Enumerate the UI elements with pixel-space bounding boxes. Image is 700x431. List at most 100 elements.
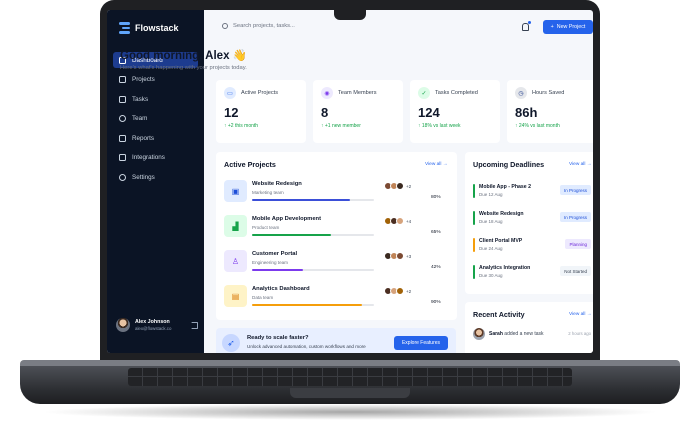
project-row[interactable]: ▣ Website Redesign Marketing team +2 80% [224, 180, 448, 206]
view-all-link[interactable]: View all → [425, 162, 448, 167]
stat-change: ↑ 24% vs last month [515, 123, 560, 129]
member-avatars: +4 [384, 217, 411, 225]
folder-icon: ▭ [224, 87, 236, 99]
laptop-base-edge [20, 360, 680, 366]
checkbox-icon [119, 95, 126, 103]
sidebar-item-integrations[interactable]: Integrations [113, 150, 198, 166]
stat-value: 86h [515, 105, 538, 120]
project-row[interactable]: ♙ Customer Portal Engineering team +3 42… [224, 250, 448, 276]
project-team: Data team [252, 295, 274, 300]
progress-fill [252, 304, 362, 306]
progress-percent: 80% [431, 195, 441, 200]
activity-user: Sarah [489, 331, 503, 337]
stat-value: 8 [321, 105, 329, 120]
panel-title: Recent Activity [473, 310, 525, 319]
brand[interactable]: Flowstack [119, 22, 179, 34]
stat-change: ↑ 18% vs last week [418, 123, 461, 129]
progress-fill [252, 199, 350, 201]
project-row[interactable]: ▟ Mobile App Development Product team +4… [224, 215, 448, 241]
avatar [473, 328, 485, 340]
project-team: Product team [252, 225, 280, 230]
sidebar-item-tasks[interactable]: Tasks [113, 91, 198, 107]
project-team: Engineering team [252, 260, 289, 265]
new-project-button[interactable]: + New Project [543, 20, 593, 34]
sidebar-item-settings[interactable]: Settings [113, 169, 198, 185]
user-profile[interactable]: Alex Johnson alex@flowstack.co [116, 318, 198, 332]
activity-action: added a new task [504, 331, 544, 337]
stat-card-hours-saved[interactable]: ◷ Hours Saved 86h ↑ 24% vs last month [507, 80, 593, 143]
more-members: +2 [406, 183, 412, 189]
project-name: Customer Portal [252, 251, 298, 257]
logout-icon[interactable] [191, 321, 198, 329]
search-icon [222, 23, 228, 29]
deadline-item[interactable]: Mobile App - Phase 2 Due 12 Aug In Progr… [473, 182, 591, 202]
sidebar-item-label: Integrations [132, 154, 165, 161]
avatar [396, 217, 404, 225]
deadline-date: Due 30 Aug [479, 273, 503, 278]
app-name: Flowstack [135, 23, 179, 33]
users-icon: ◉ [321, 87, 333, 99]
deadline-item[interactable]: Client Portal MVP Due 24 Aug Planning [473, 236, 591, 256]
deadline-marker [473, 211, 475, 225]
view-all-link[interactable]: View all → [569, 162, 592, 167]
banner-subtitle: Unlock advanced automation, custom workf… [247, 344, 366, 349]
deadline-name: Mobile App - Phase 2 [479, 184, 531, 190]
project-name: Mobile App Development [252, 216, 322, 222]
user-icon: ♙ [224, 250, 247, 272]
progress-percent: 90% [431, 300, 441, 305]
deadline-date: Due 18 Aug [479, 219, 503, 224]
layout-icon: ▤ [224, 285, 247, 307]
stat-card-active-projects[interactable]: ▭ Active Projects 12 ↑ +2 this month [216, 80, 306, 143]
project-row[interactable]: ▤ Analytics Dashboard Data team +2 90% [224, 285, 448, 311]
status-badge: In Progress [559, 185, 591, 195]
users-icon [119, 115, 126, 122]
progress-fill [252, 234, 332, 236]
deadline-name: Client Portal MVP [479, 238, 523, 244]
progress-track [252, 304, 374, 306]
bell-icon[interactable] [522, 23, 529, 31]
stat-card-team-members[interactable]: ◉ Team Members 8 ↑ +1 new member [313, 80, 403, 143]
search-input[interactable]: Search projects, tasks... [222, 23, 295, 29]
upgrade-banner: ➶ Ready to scale faster? Unlock advanced… [216, 328, 456, 353]
view-all-link[interactable]: View all → [569, 312, 592, 317]
new-project-label: New Project [556, 24, 586, 30]
active-projects-panel: Active Projects View all → ▣ Website Red… [216, 152, 457, 320]
more-members: +3 [406, 253, 412, 259]
flowstack-logo-icon [119, 22, 130, 34]
member-avatars: +2 [384, 182, 411, 190]
screen: Flowstack Dashboard Projects Tasks Team … [107, 10, 593, 353]
sidebar-item-projects[interactable]: Projects [113, 72, 198, 88]
member-avatars: +3 [384, 252, 411, 260]
deadline-name: Analytics Integration [479, 265, 531, 271]
avatar [396, 287, 404, 295]
explore-features-button[interactable]: Explore Features [394, 336, 448, 350]
avatar [396, 182, 404, 190]
progress-percent: 42% [431, 265, 441, 270]
progress-track [252, 199, 374, 201]
more-members: +2 [406, 288, 412, 294]
sidebar-item-label: Tasks [132, 95, 149, 103]
member-avatars: +2 [384, 287, 411, 295]
sidebar-item-reports[interactable]: Reports [113, 130, 198, 146]
panel-title: Active Projects [224, 160, 276, 169]
deadline-item[interactable]: Analytics Integration Due 30 Aug Not Sta… [473, 263, 591, 283]
topbar: Search projects, tasks... + New Project [204, 10, 593, 45]
stat-card-tasks-completed[interactable]: ✓ Tasks Completed 124 ↑ 18% vs last week [410, 80, 500, 143]
user-name: Alex Johnson [135, 319, 170, 325]
project-team: Marketing team [252, 190, 284, 195]
rocket-icon: ➶ [222, 334, 240, 352]
avatar [396, 252, 404, 260]
plus-icon: + [550, 24, 554, 30]
sidebar-item-label: Reports [132, 134, 155, 142]
chart-icon [119, 134, 126, 142]
sidebar-item-team[interactable]: Team [113, 111, 198, 127]
camera-notch [334, 10, 366, 20]
stat-label: Tasks Completed [435, 90, 478, 96]
activity-text: Sarah added a new task [489, 331, 544, 337]
sidebar-item-label: Team [132, 115, 148, 122]
laptop-trackpad [290, 388, 410, 398]
stat-change: ↑ +2 this month [224, 123, 259, 129]
banner-title: Ready to scale faster? [247, 335, 309, 341]
deadline-item[interactable]: Website Redesign Due 18 Aug In Progress [473, 209, 591, 229]
status-badge: Not Started [560, 266, 591, 276]
